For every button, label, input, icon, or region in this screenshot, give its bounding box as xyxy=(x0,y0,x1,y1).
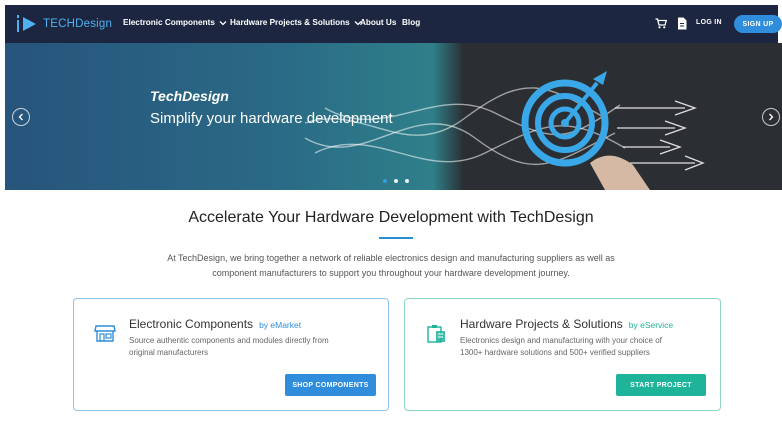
nav-item-label: Electronic Components xyxy=(123,18,215,27)
card-title-text: Electronic Components xyxy=(129,317,254,331)
nav-item-label: Hardware Projects & Solutions xyxy=(230,18,350,27)
store-icon xyxy=(94,325,116,342)
card-hardware-projects: Hardware Projects & Solutions by eService… xyxy=(404,298,721,411)
carousel-prev-button[interactable] xyxy=(12,108,30,126)
card-description: Electronics design and manufacturing wit… xyxy=(460,335,700,359)
nav-item-hardware-projects[interactable]: Hardware Projects & Solutions xyxy=(230,18,362,27)
hero-carousel: TechDesign Simplify your hardware develo… xyxy=(5,43,782,190)
chevron-left-icon xyxy=(18,113,23,121)
intro-text: At TechDesign, we bring together a netwo… xyxy=(120,251,662,281)
card-title: Hardware Projects & Solutions by eService xyxy=(460,317,673,331)
nav-item-label: Blog xyxy=(402,18,421,27)
chevron-right-icon xyxy=(769,113,774,121)
chevron-down-icon xyxy=(219,20,227,25)
carousel-dot[interactable] xyxy=(394,179,398,183)
card-title-text: Hardware Projects & Solutions xyxy=(460,317,623,331)
carousel-dot[interactable] xyxy=(405,179,409,183)
hero-illustration xyxy=(304,71,705,190)
carousel-next-button[interactable] xyxy=(762,108,780,126)
card-description-line: Source authentic components and modules … xyxy=(129,336,329,345)
start-project-button[interactable]: START PROJECT xyxy=(616,374,706,396)
hero-title: TechDesign xyxy=(150,88,229,104)
login-link[interactable]: LOG IN xyxy=(696,19,722,26)
cart-icon[interactable] xyxy=(655,18,667,29)
card-description: Source authentic components and modules … xyxy=(129,335,369,359)
page-headline: Accelerate Your Hardware Development wit… xyxy=(188,209,594,226)
clipboard-icon xyxy=(427,325,445,343)
card-provider[interactable]: by eMarket xyxy=(259,320,301,330)
intro-line: component manufacturers to support you t… xyxy=(212,268,570,278)
card-electronic-components: Electronic Components by eMarket Source a… xyxy=(73,298,389,411)
headline-underline xyxy=(379,237,413,239)
logo-mark-icon xyxy=(17,15,36,32)
logo-text: TECHDesign xyxy=(43,18,113,30)
carousel-pagination xyxy=(383,179,409,183)
carousel-dot[interactable] xyxy=(383,179,387,183)
card-description-line: Electronics design and manufacturing wit… xyxy=(460,336,662,345)
document-icon[interactable] xyxy=(677,17,687,30)
signup-button[interactable]: SIGN UP xyxy=(734,15,782,33)
shop-components-button[interactable]: SHOP COMPONENTS xyxy=(285,374,376,396)
card-title: Electronic Components by eMarket xyxy=(129,317,301,331)
nav-item-label: About Us xyxy=(360,18,397,27)
hero-subtitle: Simplify your hardware development xyxy=(150,110,393,127)
top-navigation-bar: TECHDesign Electronic Components Hardwar… xyxy=(5,5,782,43)
nav-item-blog[interactable]: Blog xyxy=(402,18,420,27)
card-description-line: 1300+ hardware solutions and 500+ verifi… xyxy=(460,348,650,357)
target-icon xyxy=(521,71,609,167)
nav-item-about-us[interactable]: About Us xyxy=(360,18,396,27)
logo[interactable]: TECHDesign xyxy=(14,12,112,36)
intro-line: At TechDesign, we bring together a netwo… xyxy=(167,253,615,263)
nav-item-electronic-components[interactable]: Electronic Components xyxy=(123,18,227,27)
card-description-line: original manufacturers xyxy=(129,348,209,357)
card-provider[interactable]: by eService xyxy=(629,320,673,330)
